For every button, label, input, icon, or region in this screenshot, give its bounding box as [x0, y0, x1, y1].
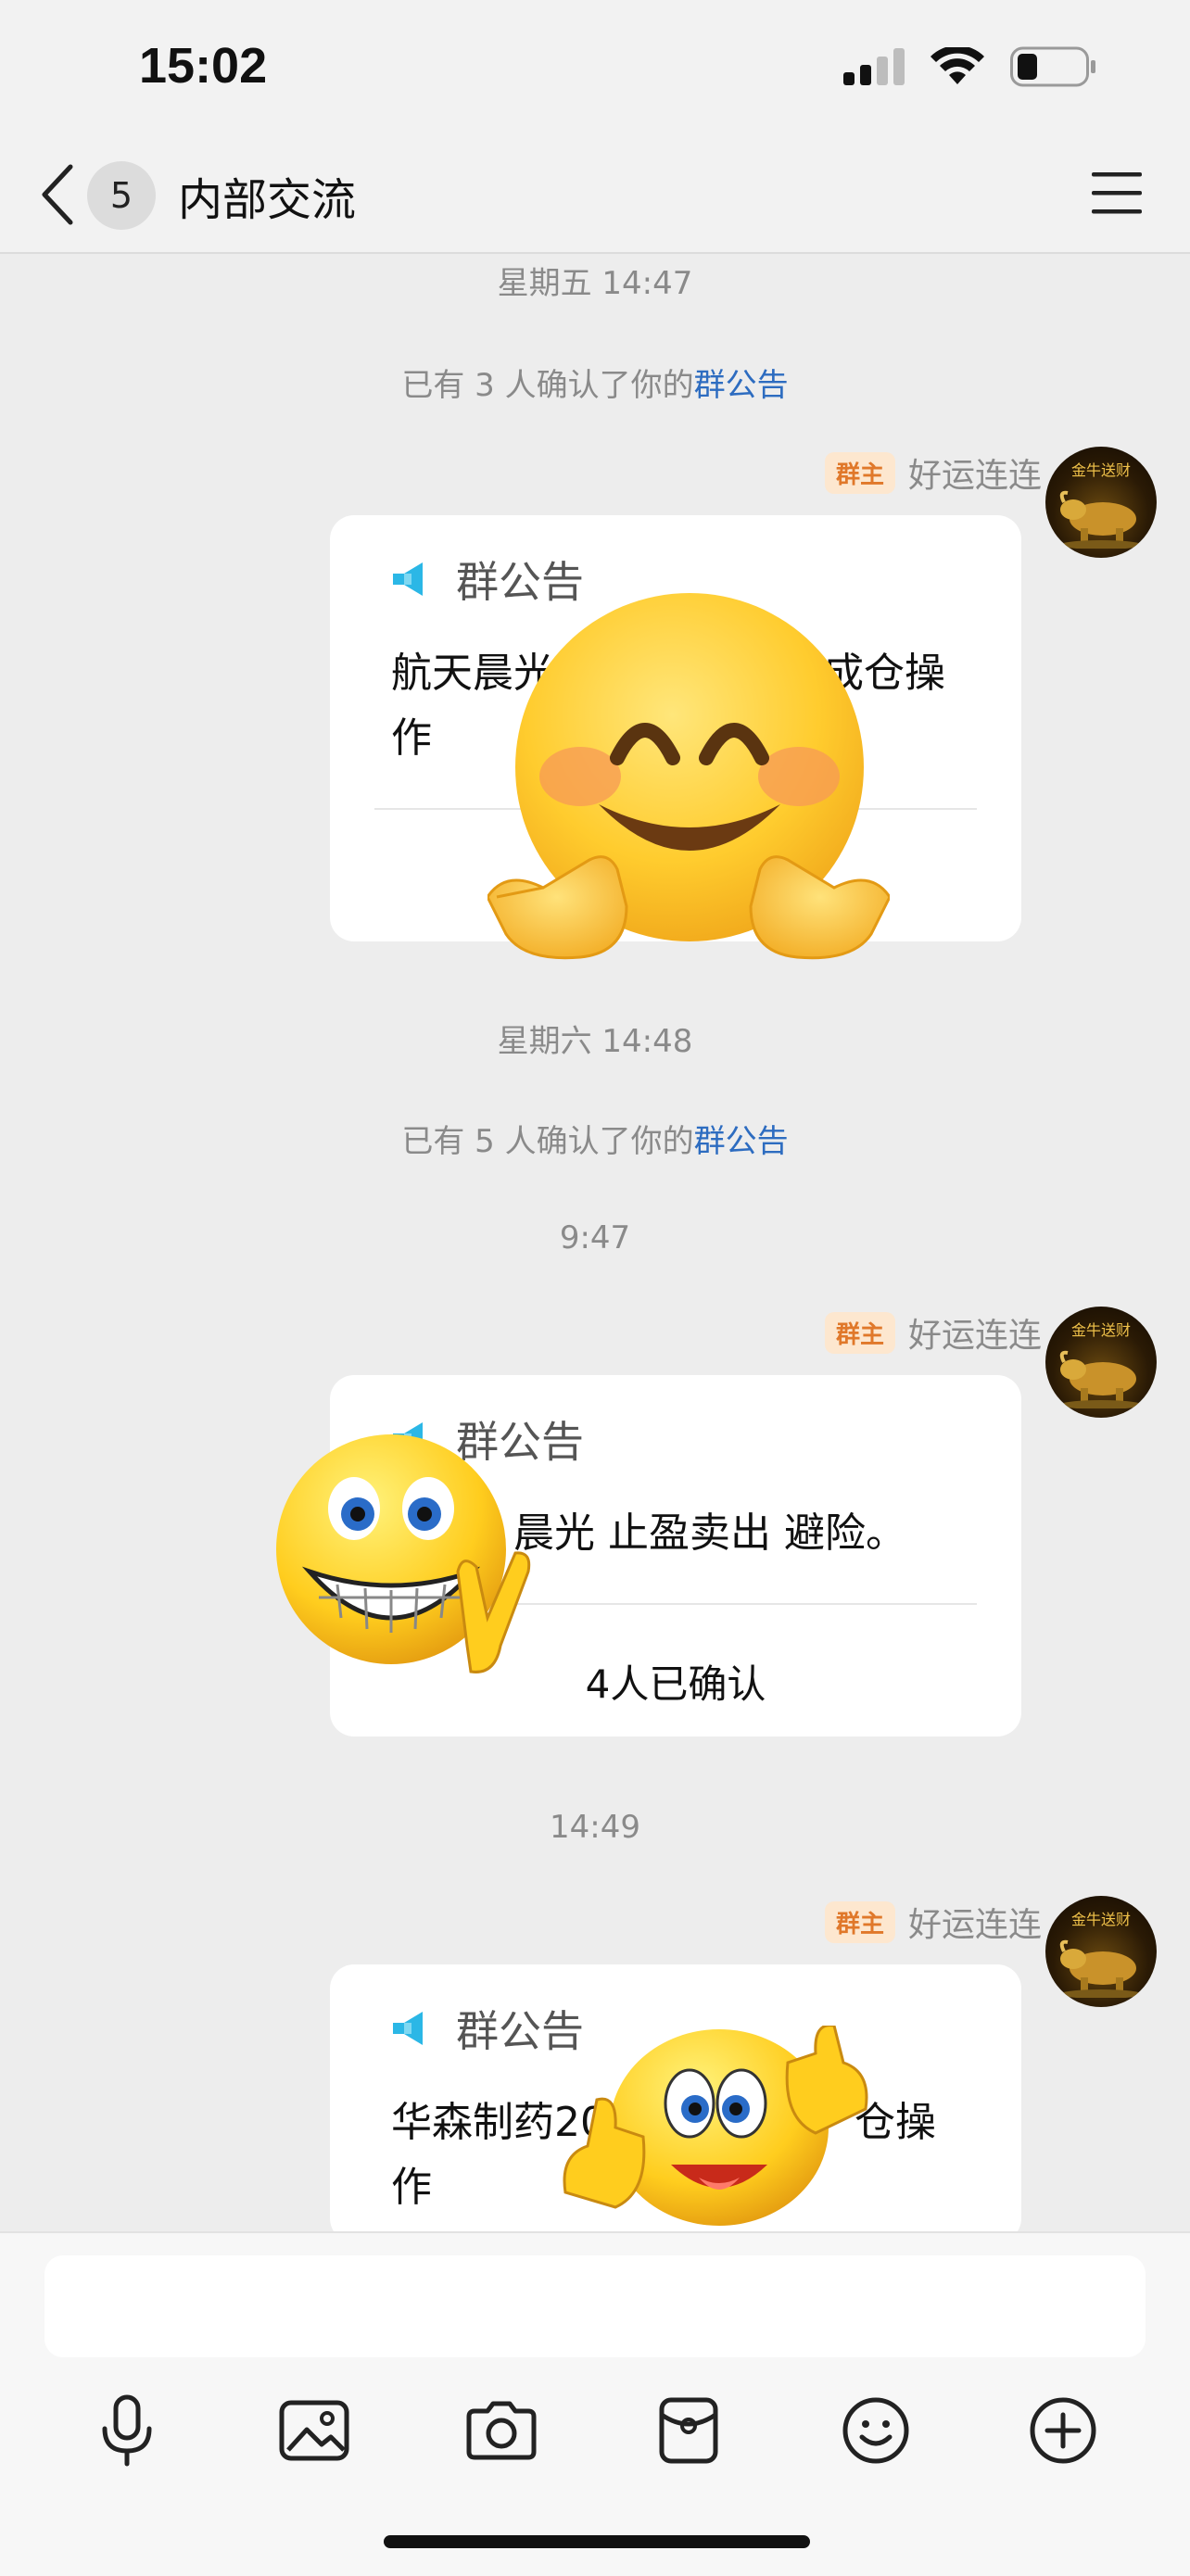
input-toolbar — [0, 2380, 1190, 2481]
status-bar: 15:02 — [0, 0, 1190, 139]
body-text: 华森制药 — [391, 2099, 554, 2146]
status-icons — [843, 46, 1097, 87]
thumbs-up-emoji-icon — [563, 2026, 868, 2226]
owner-badge: 群主 — [824, 1900, 895, 1943]
body-text-line2: 作 — [391, 2164, 432, 2211]
card-body: 晨光 止盈卖出 避险。 — [513, 1509, 906, 1557]
title-redaction — [363, 165, 441, 230]
sender-name[interactable]: 好运连连 — [908, 448, 1042, 497]
back-button[interactable] — [37, 161, 78, 228]
card-head: 群公告 — [391, 1998, 584, 2059]
avatar-text: 金牛送财 — [1070, 1911, 1131, 1928]
menu-icon[interactable] — [1090, 169, 1144, 217]
body-text-line2: 作 — [391, 714, 432, 762]
red-packet-icon[interactable] — [638, 2380, 740, 2481]
avatar[interactable]: 金牛送财 — [1045, 1896, 1157, 2007]
golden-bull-icon — [1059, 490, 1142, 549]
golden-bull-icon — [1059, 1939, 1142, 1998]
time-separator: 14:49 — [550, 1809, 640, 1846]
notice-text: 已有 5 人确认了你的 — [401, 1123, 694, 1160]
announcement-link[interactable]: 群公告 — [694, 1123, 789, 1160]
time-separator: 9:47 — [559, 1219, 631, 1256]
announcement-link[interactable]: 群公告 — [694, 367, 789, 404]
input-area — [0, 2231, 1190, 2576]
megaphone-icon — [393, 562, 423, 596]
avatar[interactable]: 金牛送财 — [1045, 1307, 1157, 1418]
owner-badge: 群主 — [824, 451, 895, 494]
status-time: 15:02 — [139, 38, 268, 94]
emoji-icon[interactable] — [825, 2380, 927, 2481]
plus-icon[interactable] — [1012, 2380, 1114, 2481]
avatar[interactable]: 金牛送财 — [1045, 447, 1157, 558]
cellular-signal-icon — [843, 48, 905, 85]
sender-row: 群主 好运连连 — [824, 448, 1042, 497]
avatar-text: 金牛送财 — [1070, 461, 1131, 479]
sender-name[interactable]: 好运连连 — [908, 1898, 1042, 1946]
chat-title[interactable]: 内部交流 — [178, 163, 356, 228]
battery-fill — [1018, 54, 1037, 80]
battery-icon — [1010, 46, 1095, 87]
wifi-icon — [930, 47, 984, 84]
image-icon[interactable] — [263, 2380, 365, 2481]
sender-name[interactable]: 好运连连 — [908, 1308, 1042, 1357]
owner-badge: 群主 — [824, 1311, 895, 1354]
confirm-notice: 已有 5 人确认了你的群公告 — [0, 1116, 1190, 1161]
confirm-notice: 已有 3 人确认了你的群公告 — [0, 360, 1190, 405]
microphone-icon[interactable] — [76, 2380, 178, 2481]
avatar-text: 金牛送财 — [1070, 1321, 1131, 1339]
home-indicator[interactable] — [384, 2535, 810, 2548]
golden-bull-icon — [1059, 1350, 1142, 1408]
grinning-victory-emoji-icon — [276, 1434, 531, 1673]
member-count-badge[interactable]: 5 — [87, 161, 156, 230]
sender-row: 群主 好运连连 — [824, 1898, 1042, 1946]
notice-text: 已有 3 人确认了你的 — [401, 367, 694, 404]
megaphone-icon — [393, 2012, 423, 2045]
chat-header: 5 内部交流 — [0, 139, 1190, 254]
time-separator: 星期五 14:47 — [497, 265, 693, 302]
message-input[interactable] — [44, 2255, 1146, 2357]
time-separator: 星期六 14:48 — [497, 1023, 693, 1060]
camera-icon[interactable] — [450, 2380, 552, 2481]
sender-row: 群主 好运连连 — [824, 1308, 1042, 1357]
hugging-face-emoji-icon — [487, 593, 890, 960]
